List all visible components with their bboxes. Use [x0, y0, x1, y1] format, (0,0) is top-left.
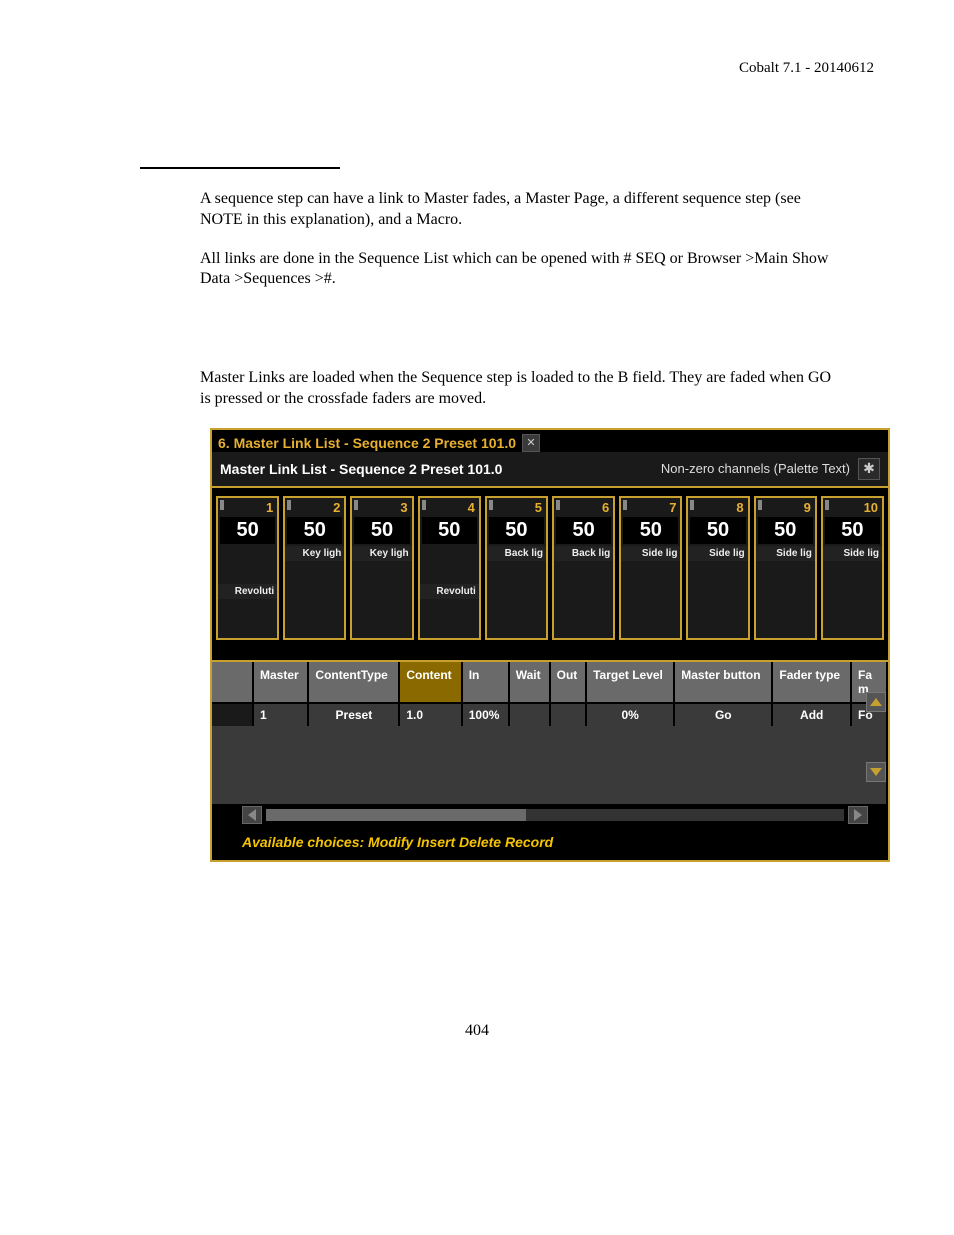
channel-1[interactable]: 1 50 Revoluti	[216, 496, 279, 640]
subheader-mode[interactable]: Non-zero channels (Palette Text)	[661, 461, 850, 476]
chevron-left-icon	[248, 809, 256, 821]
tab-close-button[interactable]: ✕	[522, 434, 540, 452]
cell-blank	[212, 703, 253, 726]
channel-3[interactable]: 3 50 Key ligh	[350, 496, 413, 640]
cell-targetlevel[interactable]: 0%	[586, 703, 674, 726]
cell-wait[interactable]	[509, 703, 550, 726]
table-row[interactable]: 1 Preset 1.0 100% 0% Go Add Fo	[212, 703, 887, 726]
col-content[interactable]: Content	[399, 662, 461, 703]
channel-label: Key ligh	[285, 546, 344, 561]
channel-value: 50	[825, 517, 880, 544]
table-empty-area	[212, 726, 887, 804]
page-number: 404	[80, 1022, 874, 1040]
cell-in[interactable]: 100%	[462, 703, 509, 726]
cell-masterbutton[interactable]: Go	[674, 703, 772, 726]
channel-value: 50	[422, 517, 477, 544]
channel-10[interactable]: 10 50 Side lig	[821, 496, 884, 640]
tab-bar: 6. Master Link List - Sequence 2 Preset …	[212, 430, 888, 452]
channel-label: Side lig	[823, 546, 882, 561]
channel-number: 10	[823, 498, 882, 515]
channel-5[interactable]: 5 50 Back lig	[485, 496, 548, 640]
tab-title[interactable]: 6. Master Link List - Sequence 2 Preset …	[218, 435, 516, 451]
chevron-down-icon	[870, 768, 882, 776]
chevron-up-icon	[870, 698, 882, 706]
channel-value: 50	[287, 517, 342, 544]
channel-number: 7	[621, 498, 680, 515]
channel-label: Side lig	[688, 546, 747, 561]
channel-value: 50	[623, 517, 678, 544]
col-contenttype[interactable]: ContentType	[308, 662, 399, 703]
paragraph-1: A sequence step can have a link to Maste…	[200, 189, 834, 231]
col-out[interactable]: Out	[550, 662, 586, 703]
paragraph-2: All links are done in the Sequence List …	[200, 249, 834, 291]
channel-8[interactable]: 8 50 Side lig	[686, 496, 749, 640]
paragraph-3: Master Links are loaded when the Sequenc…	[200, 368, 834, 410]
link-table-area: Master ContentType Content In Wait Out T…	[212, 662, 888, 804]
app-window: 6. Master Link List - Sequence 2 Preset …	[210, 428, 890, 862]
col-master[interactable]: Master	[253, 662, 308, 703]
scroll-left-button[interactable]	[242, 806, 262, 824]
channel-label: Back lig	[487, 546, 546, 561]
section-rule	[140, 167, 340, 169]
channel-label: Revoluti	[218, 584, 277, 599]
channel-value: 50	[220, 517, 275, 544]
channel-label: Back lig	[554, 546, 613, 561]
scroll-thumb[interactable]	[266, 809, 526, 821]
subheader-title: Master Link List - Sequence 2 Preset 101…	[220, 461, 502, 477]
channel-label: Side lig	[756, 546, 815, 561]
channel-value: 50	[556, 517, 611, 544]
channel-number: 5	[487, 498, 546, 515]
link-table: Master ContentType Content In Wait Out T…	[212, 662, 888, 804]
channel-strip: 1 50 Revoluti 2 50 Key ligh 3 50 Key lig…	[212, 488, 888, 662]
scroll-right-button[interactable]	[848, 806, 868, 824]
cell-content[interactable]: 1.0	[399, 703, 461, 726]
channel-label: Revoluti	[420, 584, 479, 599]
scroll-down-button[interactable]	[866, 762, 886, 782]
channel-number: 6	[554, 498, 613, 515]
col-wait[interactable]: Wait	[509, 662, 550, 703]
status-footer: Available choices: Modify Insert Delete …	[212, 826, 888, 860]
channel-label: Key ligh	[352, 546, 411, 561]
col-targetlevel[interactable]: Target Level	[586, 662, 674, 703]
col-fadertype[interactable]: Fader type	[772, 662, 851, 703]
channel-label: Side lig	[621, 546, 680, 561]
channel-number: 2	[285, 498, 344, 515]
scroll-up-button[interactable]	[866, 692, 886, 712]
channel-value: 50	[690, 517, 745, 544]
channel-value: 50	[489, 517, 544, 544]
window-subheader: Master Link List - Sequence 2 Preset 101…	[212, 452, 888, 488]
cell-out[interactable]	[550, 703, 586, 726]
col-in[interactable]: In	[462, 662, 509, 703]
gear-icon[interactable]: ✱	[858, 458, 880, 480]
channel-number: 8	[688, 498, 747, 515]
channel-9[interactable]: 9 50 Side lig	[754, 496, 817, 640]
doc-header-right: Cobalt 7.1 - 20140612	[80, 60, 874, 77]
col-masterbutton[interactable]: Master button	[674, 662, 772, 703]
col-blank[interactable]	[212, 662, 253, 703]
horizontal-scrollbar[interactable]	[212, 804, 888, 826]
cell-master[interactable]: 1	[253, 703, 308, 726]
cell-fadertype[interactable]: Add	[772, 703, 851, 726]
chevron-right-icon	[854, 809, 862, 821]
scroll-track[interactable]	[266, 809, 844, 821]
channel-number: 1	[218, 498, 277, 515]
channel-7[interactable]: 7 50 Side lig	[619, 496, 682, 640]
channel-value: 50	[758, 517, 813, 544]
channel-number: 4	[420, 498, 479, 515]
channel-value: 50	[354, 517, 409, 544]
channel-2[interactable]: 2 50 Key ligh	[283, 496, 346, 640]
channel-6[interactable]: 6 50 Back lig	[552, 496, 615, 640]
cell-contenttype[interactable]: Preset	[308, 703, 399, 726]
channel-number: 9	[756, 498, 815, 515]
channel-4[interactable]: 4 50 Revoluti	[418, 496, 481, 640]
channel-number: 3	[352, 498, 411, 515]
